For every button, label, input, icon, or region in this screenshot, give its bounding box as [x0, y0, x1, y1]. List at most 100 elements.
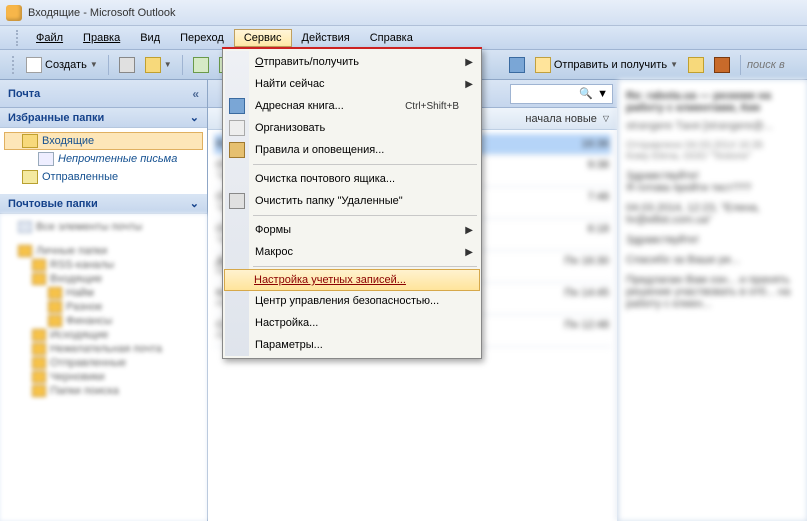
mi-label: Настройка учетных записей...: [254, 274, 406, 286]
create-label: Создать: [45, 59, 87, 71]
mi-label: Очистить папку "Удаленные": [255, 195, 403, 207]
mi-label: Правила и оповещения...: [255, 144, 384, 156]
menu-options[interactable]: Параметры...: [225, 334, 479, 356]
menu-highlight-bar: [222, 47, 482, 49]
menu-organize[interactable]: Организовать: [225, 117, 479, 139]
mi-label: Адресная книга...: [255, 100, 344, 112]
unread-label: Непрочтенные письма: [58, 153, 177, 165]
chevron-down-icon[interactable]: ▼: [90, 60, 98, 69]
separator: [108, 55, 109, 75]
separator: [182, 55, 183, 75]
reading-subject: Re: rabota.ua — резюме на работу с клиен…: [626, 90, 799, 114]
chevron-icon[interactable]: ⌄: [190, 197, 199, 210]
menu-separator: [253, 215, 477, 216]
print-button[interactable]: [115, 55, 139, 75]
separator: [740, 55, 741, 75]
menu-empty-deleted[interactable]: Очистить папку "Удаленные": [225, 190, 479, 212]
service-menu: Отправить/получить ▶ Найти сейчас ▶ Адре…: [222, 48, 482, 359]
menu-forms[interactable]: Формы ▶: [225, 219, 479, 241]
menu-separator: [253, 266, 477, 267]
reading-from: strangere Таня [strangere@...: [626, 120, 799, 132]
menu-go[interactable]: Переход: [170, 29, 234, 47]
mi-label: Параметры...: [255, 339, 323, 351]
search-input[interactable]: [747, 59, 807, 71]
mi-shortcut: Ctrl+Shift+B: [405, 101, 459, 112]
sent-label: Отправленные: [42, 171, 118, 183]
create-button[interactable]: Создать ▼: [22, 55, 102, 75]
search-icon[interactable]: 🔍: [579, 87, 593, 100]
menu-service[interactable]: Сервис: [234, 29, 292, 47]
send-receive-icon: [535, 57, 551, 73]
address-book-button[interactable]: [505, 55, 529, 75]
favorite-folders: Входящие Непрочтенные письма Отправленны…: [0, 128, 207, 194]
menu-address-book[interactable]: Адресная книга... Ctrl+Shift+B: [225, 95, 479, 117]
reading-pane: Re: rabota.ua — резюме на работу с клиен…: [617, 80, 807, 521]
reply-button[interactable]: [189, 55, 213, 75]
send-receive-label: Отправить и получить: [554, 59, 667, 71]
rules-icon: [229, 142, 245, 158]
menu-separator: [253, 164, 477, 165]
menu-file[interactable]: Файл: [26, 29, 73, 47]
navigation-pane: Почта « Избранные папки ⌄ Входящие Непро…: [0, 80, 208, 521]
folder-icon: [688, 57, 704, 73]
mail-panel-header[interactable]: Почта «: [0, 80, 207, 108]
submenu-arrow-icon: ▶: [465, 79, 473, 90]
menu-macros[interactable]: Макрос ▶: [225, 241, 479, 263]
inbox-label: Входящие: [42, 135, 94, 147]
mi-label: Формы: [255, 224, 291, 236]
menu-send-receive[interactable]: Отправить/получить ▶: [225, 51, 479, 73]
chevron-down-icon[interactable]: ▽: [603, 114, 609, 123]
mi-label: Макрос: [255, 246, 293, 258]
folders-label: Почтовые папки: [8, 198, 98, 210]
sort-label: начала новые: [525, 113, 596, 125]
folder-tree[interactable]: Все элементы почты Личные папки RSS-кана…: [0, 214, 207, 521]
send-receive-button[interactable]: Отправить и получить ▼: [531, 55, 682, 75]
window-title: Входящие - Microsoft Outlook: [28, 7, 176, 19]
folder-unread[interactable]: Непрочтенные письма: [4, 150, 203, 168]
folder-inbox[interactable]: Входящие: [4, 132, 203, 150]
menu-edit[interactable]: Правка: [73, 29, 130, 47]
menu-account-settings[interactable]: Настройка учетных записей...: [224, 269, 480, 291]
favorites-label: Избранные папки: [8, 112, 104, 124]
menu-customize[interactable]: Настройка...: [225, 312, 479, 334]
address-book-icon: [229, 98, 245, 114]
mi-label: Центр управления безопасностью...: [255, 295, 439, 307]
submenu-arrow-icon: ▶: [465, 57, 473, 68]
menu-trust-center[interactable]: Центр управления безопасностью...: [225, 290, 479, 312]
menu-mailbox-cleanup[interactable]: Очистка почтового ящика...: [225, 168, 479, 190]
mi-label: тправить/получить: [264, 56, 359, 68]
categories-button[interactable]: ▼: [141, 55, 176, 75]
outlook-icon: [6, 5, 22, 21]
trash-icon: [229, 193, 245, 209]
title-bar: Входящие - Microsoft Outlook: [0, 0, 807, 26]
menu-rules[interactable]: Правила и оповещения...: [225, 139, 479, 161]
categories-icon: [145, 57, 161, 73]
chevron-icon[interactable]: ⌄: [190, 111, 199, 124]
menu-actions[interactable]: Действия: [292, 29, 360, 47]
help-book-icon: [714, 57, 730, 73]
mi-label: Настройка...: [255, 317, 318, 329]
inbox-icon: [22, 134, 38, 148]
new-mail-icon: [26, 57, 42, 73]
folder-button[interactable]: [684, 55, 708, 75]
collapse-icon[interactable]: «: [192, 87, 199, 101]
print-icon: [119, 57, 135, 73]
mail-folders-header[interactable]: Почтовые папки ⌄: [0, 194, 207, 214]
menu-find-now[interactable]: Найти сейчас ▶: [225, 73, 479, 95]
sent-icon: [22, 170, 38, 184]
submenu-arrow-icon: ▶: [465, 247, 473, 258]
chevron-down-icon[interactable]: ▼: [670, 60, 678, 69]
help-button[interactable]: [710, 55, 734, 75]
menu-view[interactable]: Вид: [130, 29, 170, 47]
menubar-grip[interactable]: [16, 30, 22, 46]
chevron-down-icon[interactable]: ▼: [597, 88, 608, 100]
folder-sent[interactable]: Отправленные: [4, 168, 203, 186]
mail-header-label: Почта: [8, 88, 40, 100]
toolbar-grip[interactable]: [12, 56, 18, 74]
list-search[interactable]: 🔍 ▼: [510, 84, 613, 104]
menu-help[interactable]: Справка: [360, 29, 423, 47]
favorites-header[interactable]: Избранные папки ⌄: [0, 108, 207, 128]
mi-label: Организовать: [255, 122, 325, 134]
submenu-arrow-icon: ▶: [465, 225, 473, 236]
chevron-down-icon[interactable]: ▼: [164, 60, 172, 69]
